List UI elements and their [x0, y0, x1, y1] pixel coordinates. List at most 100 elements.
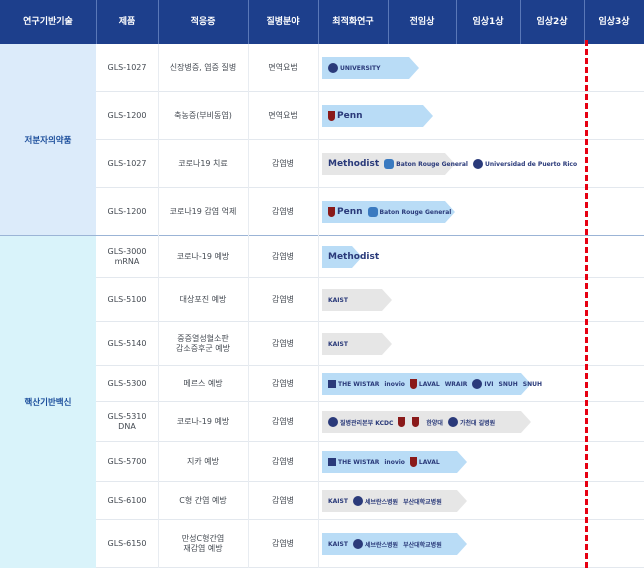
disease-field-cell: 감염병: [271, 207, 295, 216]
partner-logo: inovio: [384, 381, 405, 388]
partner-logo: [398, 417, 407, 427]
partner-logo-text: 세브란스병원: [364, 541, 399, 549]
disease-field-cell: 면역요법: [268, 63, 298, 72]
seal-icon: [328, 417, 338, 427]
partner-logos: THE WISTAR inovio LAVAL: [328, 451, 440, 473]
disease-field-cell: 감염병: [271, 295, 295, 304]
product-cell: GLS-6150: [107, 539, 147, 548]
seal-icon: [472, 379, 483, 389]
progress-arrow: 질병관리본부 KCDC 한양대 가천대 길병원: [322, 411, 531, 433]
disease-field-cell: 감염병: [271, 417, 295, 426]
partner-logo-text: 가천대 길병원: [459, 419, 496, 427]
seal-icon: [472, 159, 483, 169]
progress-arrow: Methodist: [322, 246, 379, 268]
partner-logo: UNIVERSITY: [328, 63, 380, 73]
indication-cell: 코로나19 치료: [178, 159, 228, 168]
header-phase2: 임상2상: [536, 17, 568, 27]
table-row: GLS-5700 지카 예방 감염병 THE WISTAR inovio LAVAL: [96, 442, 644, 482]
partner-logo: LAVAL: [409, 379, 440, 389]
table-row: GLS-1200 코로나19 감염 억제 감염병 Penn Baton Rouge Ge…: [96, 188, 644, 236]
header-preclinical: 전임상: [409, 17, 435, 27]
partner-logo: 세브란스병원: [352, 496, 399, 506]
partner-logo-text: SNUH: [498, 380, 518, 388]
partner-logo-text: UNIVERSITY: [340, 64, 381, 72]
indication-cell: 메르스 예방: [183, 379, 223, 388]
indication-cell: 중증열성혈소판 감소증후군 예방: [175, 334, 231, 353]
pipeline-header: 연구기반기술 제품 적응증 질병분야 최적화연구 전임상 임상1상 임상2상 임…: [0, 0, 644, 44]
table-row: GLS-6150 만성C형간염 재감염 예방 감염병 KAIST 세브란스병원 부산대학교…: [96, 520, 644, 568]
partner-logo-text: KAIST: [328, 540, 348, 548]
partner-logo: 세브란스병원: [352, 539, 399, 549]
column-divider: [318, 44, 319, 568]
current-stage-dashed-line: [585, 40, 588, 568]
indication-cell: 코로나-19 예방: [176, 417, 230, 426]
seal-icon: [328, 63, 338, 73]
progress-arrow: KAIST: [322, 289, 392, 311]
shield-icon: [412, 417, 420, 427]
table-row: GLS-6100 C형 간염 예방 감염병 KAIST 세브란스병원 부산대학교병원: [96, 482, 644, 520]
partner-logo-text: 질병관리본부 KCDC: [340, 419, 394, 427]
table-row: GLS-5140 중증열성혈소판 감소증후군 예방 감염병 KAIST: [96, 322, 644, 366]
disease-field-cell: 면역요법: [268, 111, 298, 120]
header-tech: 연구기반기술: [23, 17, 73, 27]
partner-logo-text: KAIST: [328, 296, 348, 304]
category-divider: [0, 235, 644, 236]
shield-icon: [328, 111, 335, 121]
partner-logo: 가천대 길병원: [447, 417, 496, 427]
indication-cell: 축농증(부비동염): [174, 111, 232, 120]
progress-arrow: THE WISTAR inovio LAVAL: [322, 451, 467, 473]
table-row: GLS-5310 DNA 코로나-19 예방 감염병 질병관리본부 KCDC 한양대 가천…: [96, 402, 644, 442]
partner-logos: THE WISTAR inovio LAVAL WRAIR IVI SNUH SNUH: [328, 373, 542, 395]
disease-field-cell: 감염병: [271, 159, 295, 168]
progress-arrow: Methodist Baton Rouge General Universidad …: [322, 153, 577, 175]
partner-logo-text: Methodist: [328, 252, 380, 262]
partner-logo: Universidad de Puerto Rico: [472, 159, 578, 169]
partner-logos: Penn Baton Rouge General: [328, 201, 451, 223]
progress-arrow: THE WISTAR inovio LAVAL WRAIR IVI SNUH SNUH: [322, 373, 542, 395]
seal-icon: [352, 496, 363, 506]
partner-logo: 한양대: [426, 418, 443, 427]
square-icon: [328, 458, 336, 466]
table-row: GLS-1027 코로나19 치료 감염병 Methodist Baton Rouge …: [96, 140, 644, 188]
table-row: GLS-3000 mRNA 코로나-19 예방 감염병 Methodist: [96, 236, 644, 278]
partner-logo-text: 부산대학교병원: [403, 541, 442, 549]
partner-logo-text: LAVAL: [418, 458, 440, 466]
indication-cell: 코로나19 감염 억제: [169, 207, 237, 216]
indication-cell: 신장병증, 염증 질병: [169, 63, 237, 72]
partner-logo: THE WISTAR: [328, 380, 379, 388]
partner-logo-text: Penn: [337, 207, 363, 217]
seal-icon: [352, 539, 363, 549]
product-cell: GLS-1027: [107, 159, 147, 168]
progress-arrow: KAIST 세브란스병원 부산대학교병원: [322, 490, 467, 512]
disease-field-cell: 감염병: [271, 496, 295, 505]
partner-logo-text: LAVAL: [418, 380, 440, 388]
partner-logos: 질병관리본부 KCDC 한양대 가천대 길병원: [328, 411, 495, 433]
progress-arrow: KAIST 세브란스병원 부산대학교병원: [322, 533, 467, 555]
progress-arrow: UNIVERSITY: [322, 57, 419, 79]
partner-logos: Methodist Baton Rouge General Universidad …: [328, 153, 577, 175]
partner-logo-text: 세브란스병원: [364, 498, 399, 506]
partner-logo-text: WRAIR: [444, 380, 468, 388]
product-cell: GLS-5300: [107, 379, 147, 388]
product-cell: GLS-3000 mRNA: [107, 247, 147, 266]
partner-logo-text: Universidad de Puerto Rico: [484, 160, 578, 168]
product-cell: GLS-6100: [107, 496, 147, 505]
shield-icon: [409, 379, 417, 389]
shield-icon: [398, 417, 406, 427]
header-indication: 적응증: [190, 17, 216, 27]
table-row: GLS-1027 신장병증, 염증 질병 면역요법 UNIVERSITY: [96, 44, 644, 92]
square-icon: [328, 380, 336, 388]
disease-field-cell: 감염병: [271, 457, 295, 466]
disease-field-cell: 감염병: [271, 379, 295, 388]
partner-logo-text: Methodist: [328, 159, 380, 169]
category-small-molecule: 저분자의약품: [0, 44, 96, 236]
partner-logo: Methodist: [328, 252, 379, 262]
partner-logo-text: KAIST: [328, 340, 348, 348]
seal-icon: [447, 417, 458, 427]
partner-logo: [412, 417, 421, 427]
partner-logo: Baton Rouge General: [384, 159, 468, 169]
partner-logo: KAIST: [328, 541, 348, 548]
progress-arrow: KAIST: [322, 333, 392, 355]
partner-logo: SNUH: [523, 381, 542, 388]
product-cell: GLS-1027: [107, 63, 147, 72]
